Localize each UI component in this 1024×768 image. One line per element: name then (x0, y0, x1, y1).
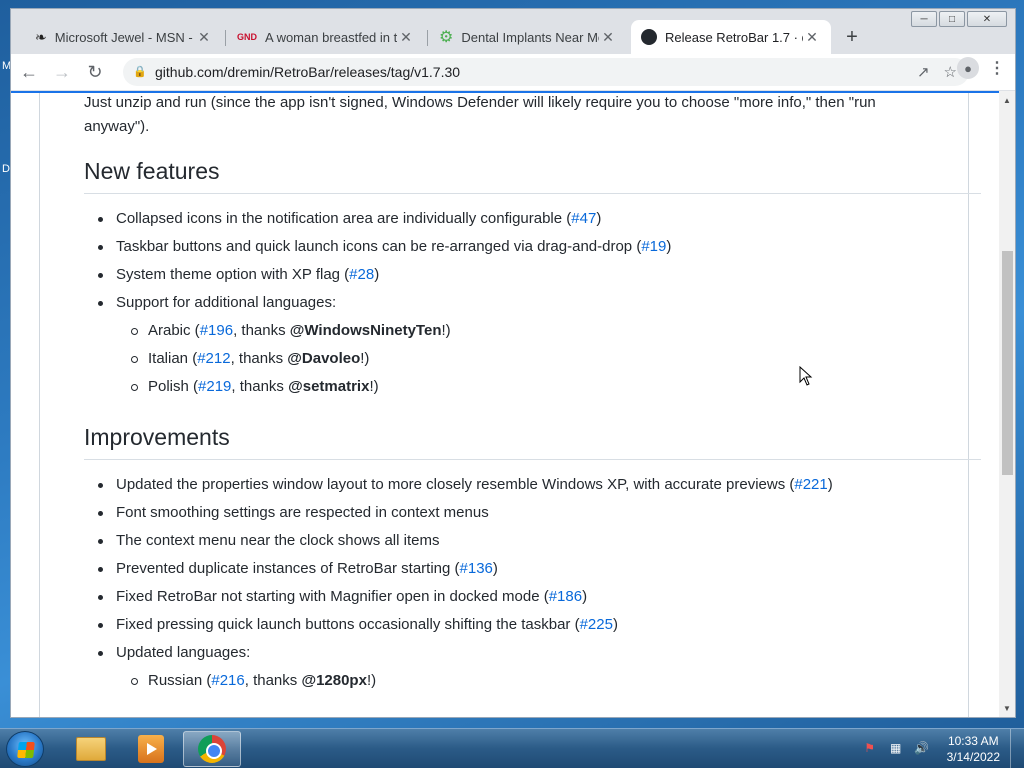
sub-list-item: Italian (#212, thanks @Davoleo!) (116, 345, 976, 373)
github-icon (641, 29, 657, 45)
taskbar-media-player[interactable] (122, 731, 180, 767)
sub-list-item: Arabic (#196, thanks @WindowsNinetyTen!) (116, 317, 976, 345)
bookmark-star-icon[interactable]: ☆ (944, 63, 957, 81)
scroll-down-arrow-icon[interactable]: ▼ (999, 701, 1015, 715)
list-item: Prevented duplicate instances of RetroBa… (98, 555, 976, 583)
profile-avatar-icon[interactable]: ● (957, 57, 979, 79)
close-tab-icon[interactable]: ✕ (599, 29, 617, 46)
menu-kebab-icon[interactable]: ⋮ (987, 58, 1007, 78)
volume-icon[interactable]: 🔊 (914, 741, 930, 757)
clock-time: 10:33 AM (947, 734, 999, 748)
close-tab-icon[interactable]: ✕ (397, 29, 415, 46)
tab-title: Release RetroBar 1.7 · dre (665, 29, 803, 45)
scrollbar-thumb[interactable] (1002, 251, 1013, 475)
page-viewport: Just unzip and run (since the app isn't … (11, 91, 1001, 717)
msn-icon: ❧ (35, 28, 47, 45)
release-body-box: Just unzip and run (since the app isn't … (39, 93, 981, 717)
issue-link[interactable]: #186 (549, 588, 582, 605)
action-center-flag-icon[interactable]: ⚑ (862, 741, 878, 757)
tab-separator (427, 30, 428, 46)
close-tab-icon[interactable]: ✕ (803, 29, 821, 46)
start-button[interactable] (6, 731, 44, 767)
url-text: github.com/dremin/RetroBar/releases/tag/… (155, 64, 461, 80)
list-item: Collapsed icons in the notification area… (98, 205, 976, 233)
improvements-list: Updated the properties window layout to … (98, 471, 976, 695)
issue-link[interactable]: #221 (794, 476, 827, 493)
issue-link[interactable]: #136 (460, 560, 493, 577)
list-item: Font smoothing settings are respected in… (98, 499, 976, 527)
issue-link[interactable]: #212 (197, 350, 230, 367)
list-item: System theme option with XP flag (#28) (98, 261, 976, 289)
list-item: Updated the properties window layout to … (98, 471, 976, 499)
desktop-icon-label-fragment: D (2, 163, 10, 175)
user-mention[interactable]: @Davoleo (287, 350, 360, 367)
list-item: The context menu near the clock shows al… (98, 527, 976, 555)
folder-icon (76, 737, 106, 761)
share-icon[interactable]: ↗ (917, 63, 930, 81)
taskbar-explorer[interactable] (62, 731, 120, 767)
user-mention[interactable]: @setmatrix (288, 378, 369, 395)
improvements-heading: Improvements (84, 423, 981, 460)
show-desktop-button[interactable] (1010, 729, 1024, 768)
install-instructions: Just unzip and run (since the app isn't … (84, 94, 876, 135)
new-tab-button[interactable]: + (839, 24, 865, 50)
page-scrollbar[interactable]: ▲ ▼ (999, 91, 1015, 717)
issue-link[interactable]: #47 (571, 210, 596, 227)
lock-icon: 🔒 (133, 66, 147, 78)
back-button[interactable]: ← (14, 57, 44, 87)
issue-link[interactable]: #216 (211, 672, 244, 689)
tab-news[interactable]: GND A woman breastfed in the ✕ (227, 20, 425, 54)
browser-window: ─ □ ✕ ❧ Microsoft Jewel - MSN - C ✕ GND … (10, 8, 1016, 718)
tab-separator (225, 30, 226, 46)
tab-msn[interactable]: ❧ Microsoft Jewel - MSN - C ✕ (25, 20, 223, 54)
network-icon[interactable]: ▦ (888, 741, 904, 757)
forward-button[interactable]: → (47, 57, 77, 87)
close-tab-icon[interactable]: ✕ (195, 29, 213, 46)
list-item: Fixed pressing quick launch buttons occa… (98, 611, 976, 639)
tab-strip: ❧ Microsoft Jewel - MSN - C ✕ GND A woma… (11, 20, 1015, 54)
new-features-heading: New features (84, 157, 981, 194)
new-features-list: Collapsed icons in the notification area… (98, 205, 976, 401)
list-item: Updated languages: (98, 639, 976, 667)
sub-list-item: Polish (#219, thanks @setmatrix!) (116, 373, 976, 401)
tab-title: A woman breastfed in the (265, 29, 397, 45)
user-mention[interactable]: @WindowsNinetyTen (290, 322, 442, 339)
clock-date: 3/14/2022 (946, 750, 1000, 764)
news-icon: GND (237, 32, 257, 42)
tab-github-release[interactable]: Release RetroBar 1.7 · dre ✕ (631, 20, 831, 54)
media-player-icon (138, 735, 164, 763)
windows-taskbar: ⚑ ▦ 🔊 10:33 AM 3/14/2022 (0, 728, 1024, 768)
scroll-up-arrow-icon[interactable]: ▲ (999, 93, 1015, 107)
issue-link[interactable]: #28 (349, 266, 374, 283)
system-tray: ⚑ ▦ 🔊 10:33 AM 3/14/2022 (857, 729, 1024, 768)
mouse-cursor-icon (799, 366, 813, 386)
clock[interactable]: 10:33 AM 3/14/2022 (947, 733, 1000, 765)
tab-dental[interactable]: ⚙ Dental Implants Near Me ✕ (429, 20, 627, 54)
list-item: Support for additional languages: (98, 289, 976, 317)
browser-toolbar: ← → ↻ 🔒 github.com/dremin/RetroBar/relea… (11, 54, 1015, 90)
user-mention[interactable]: @1280px (301, 672, 367, 689)
list-item: Fixed RetroBar not starting with Magnifi… (98, 583, 976, 611)
list-item: Taskbar buttons and quick launch icons c… (98, 233, 976, 261)
tab-title: Dental Implants Near Me (461, 29, 599, 45)
issue-link[interactable]: #19 (641, 238, 666, 255)
gear-icon: ⚙ (439, 29, 454, 46)
address-bar[interactable]: 🔒 github.com/dremin/RetroBar/releases/ta… (123, 58, 969, 86)
tab-title: Microsoft Jewel - MSN - C (54, 29, 195, 45)
sub-list-item: Russian (#216, thanks @1280px!) (116, 667, 976, 695)
chrome-icon (198, 735, 226, 763)
issue-link[interactable]: #196 (200, 322, 233, 339)
taskbar-chrome[interactable] (183, 731, 241, 767)
issue-link[interactable]: #225 (580, 616, 613, 633)
reload-button[interactable]: ↻ (80, 57, 110, 87)
issue-link[interactable]: #219 (198, 378, 231, 395)
